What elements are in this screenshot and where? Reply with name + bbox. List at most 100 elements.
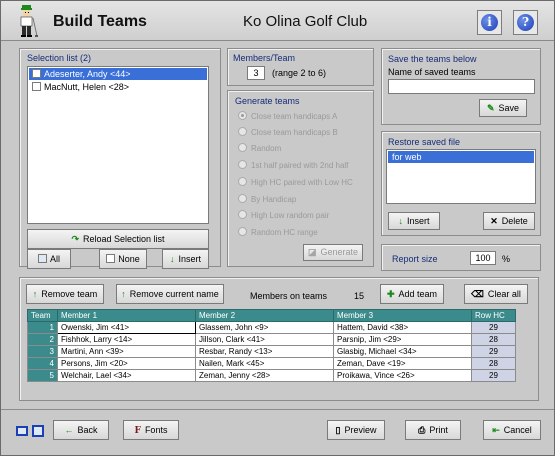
radio-high-low-random-pair[interactable]: High Low random pair [238,210,329,224]
select-none-button[interactable]: None [99,249,147,269]
help-button[interactable]: ? [513,10,538,35]
row-hc-cell: 28 [471,333,516,346]
generate-button[interactable]: ◪ Generate [303,244,363,261]
member-cell[interactable]: Proikawa, Vince <26> [333,369,472,382]
saved-teams-name-label: Name of saved teams [388,67,476,77]
selection-listbox[interactable]: Adeserter, Andy <44> MacNutt, Helen <28> [27,66,209,224]
fonts-button[interactable]: F Fonts [123,420,179,440]
radio-by-handicap[interactable]: By Handicap [238,194,296,208]
member-cell[interactable]: Nailen, Mark <45> [195,357,334,370]
up-arrow-icon: ↑ [32,289,38,299]
table-row[interactable]: 5 Welchair, Lael <34> Zeman, Jenny <28> … [27,369,516,382]
restore-listbox[interactable]: for web [386,149,536,204]
radio-random[interactable]: Random [238,143,281,157]
down-arrow-icon: ↓ [398,216,403,226]
item-checkbox[interactable] [32,82,41,91]
window-small-icon[interactable] [16,426,28,436]
print-button[interactable]: ⎙ Print [405,420,461,440]
report-size-group: Report size 100 % [381,244,541,271]
selection-insert-button[interactable]: ↓ Insert [162,249,209,269]
member-cell[interactable]: Glasbig, Michael <34> [333,345,472,358]
team-number-cell: 4 [27,357,58,370]
table-row[interactable]: 2 Fishhok, Larry <14> Jillson, Clark <41… [27,333,516,346]
saved-teams-name-input[interactable] [388,79,535,94]
member-cell[interactable]: Hattem, David <38> [333,321,472,334]
table-row[interactable]: 4 Persons, Jim <20> Nailen, Mark <45> Ze… [27,357,516,370]
members-per-team-input[interactable]: 3 [247,66,265,80]
radio-close-handicaps-a[interactable]: Close team handicaps A [238,111,337,125]
row-hc-cell: 29 [471,345,516,358]
restore-insert-button[interactable]: ↓ Insert [388,212,440,230]
app-title: Build Teams [53,13,147,30]
radio-first-half-second-half[interactable]: 1st half paired with 2nd half [238,160,348,174]
column-header: Team [27,309,58,322]
window-large-icon[interactable] [32,425,44,437]
generate-teams-group: Generate teams Close team handicaps A Cl… [227,90,374,267]
row-hc-cell: 29 [471,369,516,382]
members-per-team-title: Members/Team [233,53,296,63]
cancel-button[interactable]: ⇤ Cancel [483,420,541,440]
restore-delete-button[interactable]: ✕ Delete [483,212,535,230]
members-range-label: (range 2 to 6) [272,68,327,78]
selection-list-item[interactable]: MacNutt, Helen <28> [29,81,207,93]
teams-table-header: Team Member 1 Member 2 Member 3 Row HC [27,309,516,322]
row-hc-cell: 28 [471,357,516,370]
restore-saved-group: Restore saved file for web ↓ Insert ✕ Dele… [381,131,541,236]
check-all-icon [37,254,47,263]
column-header: Row HC [471,309,516,322]
member-cell[interactable]: Zeman, Jenny <28> [195,369,334,382]
title-bar: Build Teams Ko Olina Golf Club i ? [1,1,554,41]
clear-all-button[interactable]: ⌫ Clear all [464,284,528,304]
radio-selected-icon [238,111,247,120]
item-checkbox[interactable] [32,69,41,78]
page-preview-icon: ▯ [335,425,341,435]
column-header: Member 3 [333,309,472,322]
bottom-toolbar: ← Back F Fonts ▯ Preview ⎙ Print ⇤ Cancel [1,409,554,455]
members-per-team-group: Members/Team 3 (range 2 to 6) [227,48,374,86]
remove-current-name-button[interactable]: ↑ Remove current name [116,284,224,304]
back-button[interactable]: ← Back [53,420,109,440]
member-cell[interactable]: Owenski, Jim <41> [57,321,196,334]
radio-random-hc-range[interactable]: Random HC range [238,227,318,241]
member-cell[interactable]: Zeman, Dave <19> [333,357,472,370]
member-cell[interactable]: Parsnip, Jim <29> [333,333,472,346]
golfer-logo-icon [20,5,38,37]
member-cell[interactable]: Glassem, John <9> [195,321,334,334]
restore-list-item[interactable]: for web [388,151,534,163]
add-team-button[interactable]: ✚ Add team [380,284,444,304]
save-button[interactable]: ✎ Save [479,99,527,117]
column-header: Member 2 [195,309,334,322]
table-row[interactable]: 1 Owenski, Jim <41> Glassem, John <9> Ha… [27,321,516,334]
member-cell[interactable]: Persons, Jim <20> [57,357,196,370]
save-icon: ✎ [486,103,495,113]
remove-team-button[interactable]: ↑ Remove team [26,284,104,304]
selection-list-title: Selection list (2) [27,53,92,63]
member-cell[interactable]: Welchair, Lael <34> [57,369,196,382]
plus-icon: ✚ [386,289,395,299]
report-size-input[interactable]: 100 [470,251,496,265]
reload-selection-button[interactable]: ↷ Reload Selection list [27,229,209,249]
eraser-icon: ⌫ [471,289,484,299]
members-on-teams-count: 15 [354,291,365,301]
radio-high-low-hc[interactable]: High HC paired with Low HC [238,177,353,191]
members-on-teams-label: Members on teams [250,291,328,301]
select-all-button[interactable]: All [27,249,71,269]
member-cell[interactable]: Fishhok, Larry <14> [57,333,196,346]
left-arrow-icon: ← [64,425,74,435]
help-icon: ? [517,14,534,31]
selection-list-item[interactable]: Adeserter, Andy <44> [29,68,207,80]
info-button[interactable]: i [477,10,502,35]
club-name: Ko Olina Golf Club [243,13,368,30]
generate-icon: ◪ [307,247,317,257]
member-cell[interactable]: Resbar, Randy <13> [195,345,334,358]
member-cell[interactable]: Jillson, Clark <41> [195,333,334,346]
table-row[interactable]: 3 Martini, Ann <39> Resbar, Randy <13> G… [27,345,516,358]
up-arrow-icon: ↑ [121,289,126,299]
preview-button[interactable]: ▯ Preview [327,420,385,440]
save-teams-group: Save the teams below Name of saved teams… [381,48,541,125]
delete-x-icon: ✕ [490,216,498,226]
member-cell[interactable]: Martini, Ann <39> [57,345,196,358]
teams-table: Team Member 1 Member 2 Member 3 Row HC 1… [27,309,516,382]
radio-close-handicaps-b[interactable]: Close team handicaps B [238,127,338,141]
row-hc-cell: 29 [471,321,516,334]
